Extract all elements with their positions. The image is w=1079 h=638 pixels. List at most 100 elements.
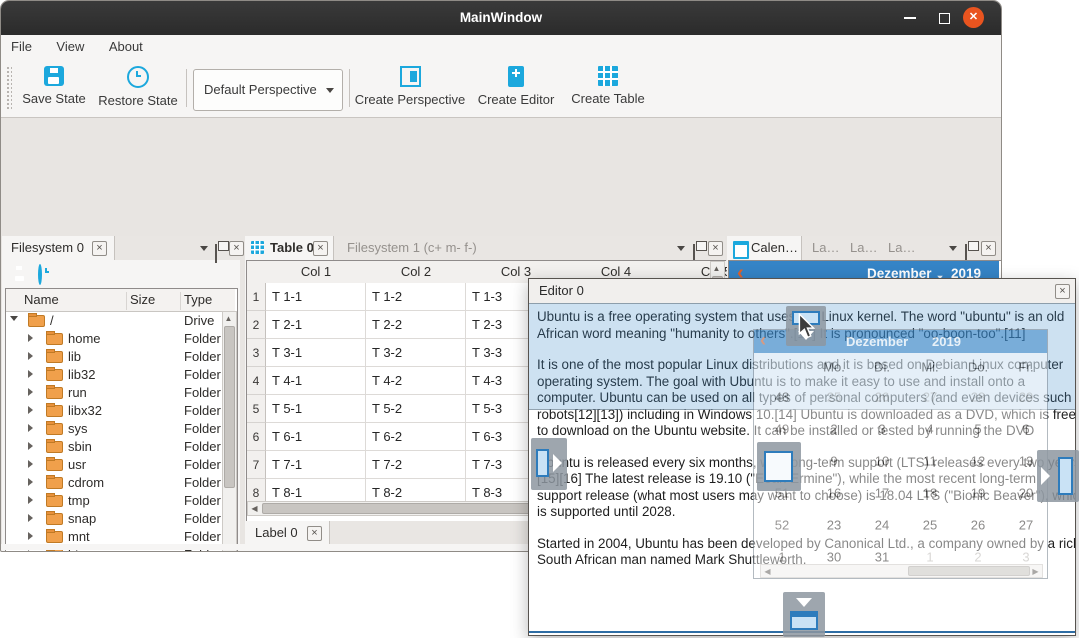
vertical-scrollbar[interactable]: ▲ ▼ (222, 311, 237, 552)
menu-view[interactable]: View (46, 35, 94, 59)
dock-indicator-bottom[interactable] (783, 592, 825, 637)
tree-row[interactable]: sysFolder (6, 419, 222, 437)
table-cell[interactable]: T 1-1 (266, 283, 366, 311)
tree-row[interactable]: usrFolder (6, 455, 222, 473)
close-icon[interactable]: ✕ (963, 7, 984, 28)
row-header[interactable]: 3 (247, 339, 266, 367)
tab-close-icon[interactable]: × (92, 241, 107, 256)
tree-row[interactable]: lib32Folder (6, 365, 222, 383)
editor-title-bar[interactable]: Editor 0 × (529, 279, 1075, 304)
tree-expand-icon[interactable] (10, 316, 18, 321)
tree-row[interactable]: sbinFolder (6, 437, 222, 455)
scrollbar-thumb[interactable] (262, 503, 564, 514)
dock-menu-icon[interactable] (949, 246, 957, 251)
tab-label-dock-1[interactable]: La… (803, 236, 841, 260)
row-header[interactable]: 4 (247, 367, 266, 395)
row-header[interactable]: 6 (247, 423, 266, 451)
create-perspective-button[interactable]: Create Perspective (353, 66, 467, 107)
tree-row[interactable]: libx32Folder (6, 401, 222, 419)
perspective-dropdown[interactable]: Default Perspective (193, 69, 343, 111)
tree-header[interactable]: Name Size Type (6, 289, 235, 312)
tree-row[interactable]: homeFolder (6, 329, 222, 347)
editor-close-icon[interactable]: × (1055, 284, 1070, 299)
tree-expand-icon[interactable] (28, 442, 33, 450)
undock-icon[interactable] (215, 244, 217, 263)
dock-indicator-center[interactable] (757, 442, 801, 491)
table-cell[interactable]: T 3-2 (366, 339, 466, 367)
col-header-name[interactable]: Name (24, 292, 59, 307)
tab-label-0[interactable]: Label 0 × (245, 521, 330, 545)
maximize-icon[interactable] (939, 13, 950, 24)
dock-indicator-left[interactable] (531, 438, 567, 490)
row-header[interactable]: 5 (247, 395, 266, 423)
filesystem-tree[interactable]: Name Size Type /DrivehomeFolderlibFolder… (5, 288, 238, 552)
tree-expand-icon[interactable] (28, 352, 33, 360)
table-cell[interactable]: T 6-2 (366, 423, 466, 451)
tree-expand-icon[interactable] (28, 532, 33, 540)
tree-expand-icon[interactable] (28, 550, 33, 552)
tab-label-dock-2[interactable]: La… (841, 236, 879, 260)
dock-menu-icon[interactable] (677, 246, 685, 251)
table-cell[interactable]: T 6-1 (266, 423, 366, 451)
table-cell[interactable]: T 4-1 (266, 367, 366, 395)
restore-state-button[interactable]: Restore State (95, 66, 181, 108)
table-cell[interactable]: T 5-2 (366, 395, 466, 423)
tree-expand-icon[interactable] (28, 478, 33, 486)
tree-row[interactable]: mntFolder (6, 527, 222, 545)
minimize-icon[interactable] (904, 17, 916, 19)
restore-layout-icon[interactable] (38, 264, 42, 285)
table-cell[interactable]: T 1-2 (366, 283, 466, 311)
table-cell[interactable]: T 5-1 (266, 395, 366, 423)
tab-label-dock-3[interactable]: La… (879, 236, 917, 260)
toolbar-drag-handle[interactable] (6, 66, 12, 110)
row-header[interactable]: 1 (247, 283, 266, 311)
tree-expand-icon[interactable] (28, 424, 33, 432)
tab-close-icon[interactable]: × (307, 526, 322, 541)
column-header[interactable]: Col 2 (366, 261, 467, 284)
table-cell[interactable]: T 2-2 (366, 311, 466, 339)
tree-row[interactable]: /Drive (6, 311, 222, 329)
tree-expand-icon[interactable] (28, 406, 33, 414)
tree-expand-icon[interactable] (28, 514, 33, 522)
tree-row[interactable]: cdromFolder (6, 473, 222, 491)
scrollbar-thumb[interactable] (224, 326, 235, 488)
column-header[interactable]: Col 1 (266, 261, 367, 284)
table-cell[interactable]: T 4-2 (366, 367, 466, 395)
table-cell[interactable]: T 8-1 (266, 479, 366, 501)
tree-row[interactable]: snapFolder (6, 509, 222, 527)
tab-calendar[interactable]: Calen… (727, 236, 802, 260)
table-cell[interactable]: T 8-2 (366, 479, 466, 501)
tree-expand-icon[interactable] (28, 334, 33, 342)
save-state-button[interactable]: Save State (15, 66, 93, 106)
tree-row[interactable]: libFolder (6, 347, 222, 365)
tree-row[interactable]: runFolder (6, 383, 222, 401)
menu-about[interactable]: About (99, 35, 153, 59)
col-header-size[interactable]: Size (130, 292, 155, 307)
table-cell[interactable]: T 3-1 (266, 339, 366, 367)
title-bar[interactable]: MainWindow ✕ (1, 1, 1001, 35)
row-header[interactable]: 2 (247, 311, 266, 339)
dock-close-icon[interactable]: × (981, 241, 996, 256)
tree-row[interactable]: tmpFolder (6, 491, 222, 509)
dock-close-icon[interactable]: × (229, 241, 244, 256)
table-cell[interactable]: T 7-1 (266, 451, 366, 479)
tab-filesystem-0[interactable]: Filesystem 0 × (2, 236, 115, 260)
dock-menu-icon[interactable] (200, 246, 208, 251)
tree-expand-icon[interactable] (28, 496, 33, 504)
table-cell[interactable]: T 7-2 (366, 451, 466, 479)
row-header[interactable]: 8 (247, 479, 266, 501)
create-editor-button[interactable]: Create Editor (473, 66, 559, 107)
dock-close-icon[interactable]: × (708, 241, 723, 256)
dock-indicator-right[interactable] (1037, 450, 1079, 502)
tab-table-0[interactable]: Table 0 × (245, 236, 334, 260)
tree-expand-icon[interactable] (28, 460, 33, 468)
tab-filesystem-1[interactable]: Filesystem 1 (c+ m- f-) (335, 236, 485, 260)
tree-expand-icon[interactable] (28, 370, 33, 378)
col-header-type[interactable]: Type (184, 292, 212, 307)
create-table-button[interactable]: Create Table (563, 66, 653, 106)
table-cell[interactable]: T 2-1 (266, 311, 366, 339)
menu-file[interactable]: File (1, 35, 42, 59)
row-header[interactable]: 7 (247, 451, 266, 479)
tree-expand-icon[interactable] (28, 388, 33, 396)
tab-close-icon[interactable]: × (313, 241, 328, 256)
